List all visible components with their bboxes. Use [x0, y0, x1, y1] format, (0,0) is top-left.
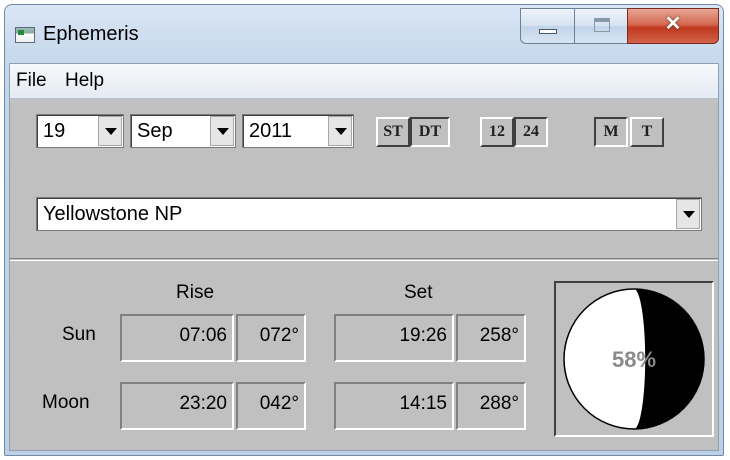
client-area: File Help 19 Sep 2011 ST DT 12 24 M T Ye…: [9, 63, 719, 451]
minimize-icon: [539, 29, 557, 34]
rise-header: Rise: [176, 282, 215, 303]
app-window: Ephemeris ✕ File Help 19 Sep 2011 ST DT …: [4, 4, 724, 456]
chevron-down-icon[interactable]: [210, 116, 234, 146]
sun-set-azimuth: 258°: [456, 314, 526, 362]
day-value: 19: [43, 120, 66, 142]
title-bar[interactable]: Ephemeris ✕: [5, 5, 723, 63]
chevron-down-icon[interactable]: [676, 199, 700, 229]
sun-rise-time: 07:06: [120, 314, 234, 362]
maximize-icon: [594, 18, 610, 32]
sun-set-azimuth-value: 258°: [479, 325, 519, 346]
12-hour-toggle[interactable]: 12: [480, 117, 514, 147]
moon-illumination-label: 58%: [611, 347, 657, 372]
chevron-down-icon[interactable]: [328, 116, 352, 146]
moon-rise-time: 23:20: [120, 382, 234, 430]
sun-set-time: 19:26: [334, 314, 454, 362]
close-button[interactable]: ✕: [627, 8, 719, 44]
moon-rise-azimuth-value: 042°: [259, 393, 299, 414]
daylight-time-toggle[interactable]: DT: [410, 117, 450, 147]
close-icon: ✕: [664, 13, 682, 35]
location-select[interactable]: Yellowstone NP: [36, 197, 702, 231]
standard-time-toggle[interactable]: ST: [376, 117, 410, 147]
menu-file[interactable]: File: [16, 70, 47, 92]
month-value: Sep: [137, 120, 173, 142]
sun-label: Sun: [62, 324, 96, 345]
true-north-toggle[interactable]: T: [630, 117, 664, 147]
sun-rise-azimuth: 072°: [236, 314, 306, 362]
year-value: 2011: [249, 120, 293, 142]
moon-set-time-value: 14:15: [399, 393, 447, 414]
app-icon[interactable]: [15, 27, 35, 43]
minimize-button[interactable]: [520, 8, 575, 44]
divider: [10, 258, 718, 261]
moon-set-time: 14:15: [334, 382, 454, 430]
moon-rise-time-value: 23:20: [179, 393, 227, 414]
set-header: Set: [404, 282, 433, 303]
moon-rise-azimuth: 042°: [236, 382, 306, 430]
sun-rise-time-value: 07:06: [179, 325, 227, 346]
day-select[interactable]: 19: [36, 114, 124, 148]
moon-label: Moon: [42, 392, 90, 413]
sun-rise-azimuth-value: 072°: [259, 325, 299, 346]
24-hour-toggle[interactable]: 24: [514, 117, 548, 147]
year-select[interactable]: 2011: [242, 114, 354, 148]
window-title: Ephemeris: [43, 23, 139, 45]
moon-set-azimuth-value: 288°: [479, 393, 519, 414]
menu-help[interactable]: Help: [65, 70, 104, 92]
maximize-button[interactable]: [574, 8, 628, 44]
location-value: Yellowstone NP: [43, 203, 183, 225]
controls-panel: 19 Sep 2011 ST DT 12 24 M T Yellowstone …: [10, 99, 718, 259]
chevron-down-icon[interactable]: [98, 116, 122, 146]
magnetic-toggle[interactable]: M: [594, 117, 628, 147]
sun-set-time-value: 19:26: [399, 325, 447, 346]
moon-phase-panel: 58%: [554, 281, 714, 437]
menu-bar: File Help: [10, 64, 718, 99]
moon-set-azimuth: 288°: [456, 382, 526, 430]
month-select[interactable]: Sep: [130, 114, 236, 148]
